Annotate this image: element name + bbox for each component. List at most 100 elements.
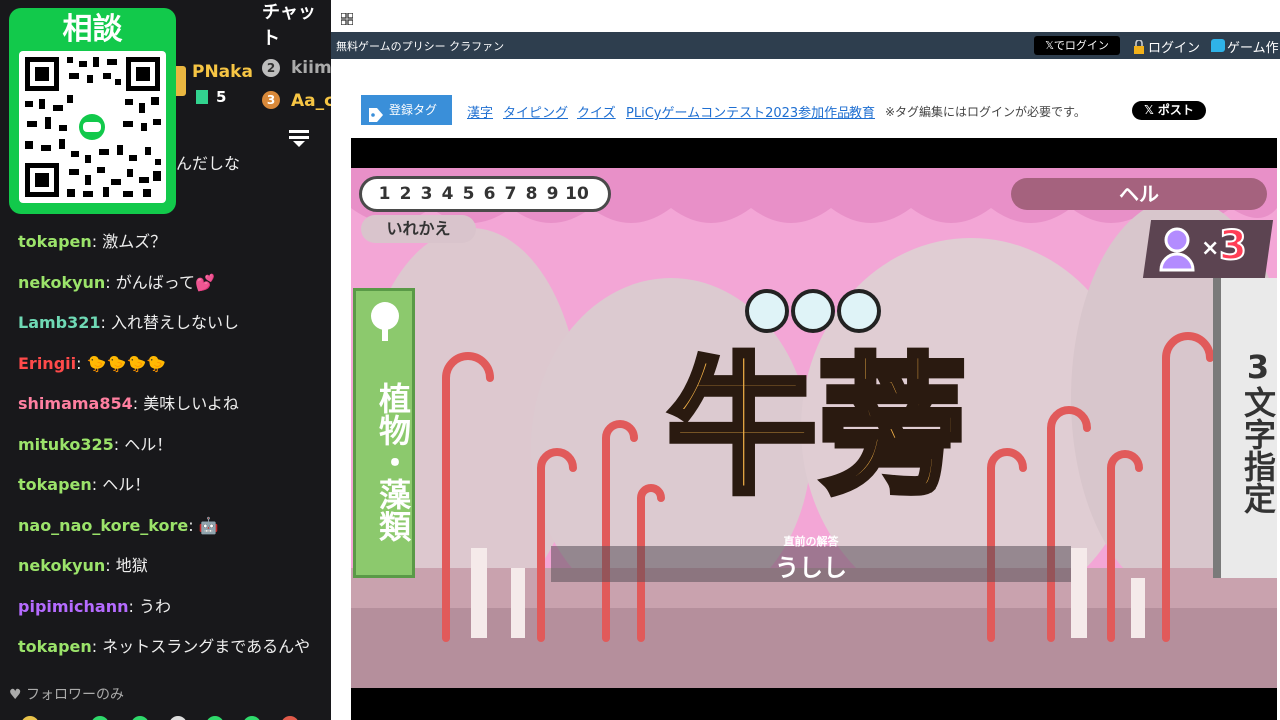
tag-row: 登録タグ 漢字 タイピング クイズ PLiCyゲームコンテスト2023参加作品 … [331, 95, 1280, 125]
speech-bubble-icon [1211, 39, 1225, 52]
constraint-text: 3文字指定 [1239, 348, 1277, 514]
leaderboard-second-name[interactable]: kiima [291, 58, 331, 78]
tag-link-contest[interactable]: PLiCyゲームコンテスト2023参加作品 [626, 102, 850, 121]
follower-only-indicator: ♥ フォロワーのみ [9, 684, 124, 704]
tag-link-quiz[interactable]: クイズ [577, 102, 616, 121]
tag-label-text: 登録タグ [389, 103, 438, 117]
chat-username[interactable]: nekokyun [18, 273, 105, 292]
grid-icon[interactable] [340, 10, 354, 26]
chat-message-text: ヘル！ [119, 435, 173, 454]
emote: 🤖 [193, 516, 219, 535]
chat-username[interactable]: nao_nao_kore_kore [18, 516, 188, 535]
chat-username[interactable]: pipimichann [18, 597, 128, 616]
question-kanji: 牛蒡 [664, 340, 970, 516]
question-number: 7 [504, 184, 517, 204]
question-number: 6 [483, 184, 496, 204]
difficulty-badge: ヘル [1011, 178, 1267, 210]
gift-icon [196, 90, 208, 104]
chat-message-partial: んだしな [176, 154, 241, 173]
chat-message: shimama854: 美味しいよね [18, 394, 239, 413]
chat-message-text: ヘル！ [97, 475, 151, 494]
lock-icon [1133, 39, 1145, 54]
registered-tags-label: 登録タグ [361, 95, 452, 125]
chat-message-text: うわ [133, 597, 171, 616]
question-number: 4 [441, 184, 454, 204]
chat-username[interactable]: tokapen [18, 475, 92, 494]
chat-message-text: がんばって💕 [110, 273, 215, 292]
chat-message-text: 入れ替えしないし [105, 313, 239, 332]
chat-panel: チャット PNaka 5 2 kiima 3 Aa_c んだしな 相談 [0, 0, 331, 720]
site-title[interactable]: 無料ゲームのプリシー クラファン [336, 38, 504, 54]
question-numbers: 1 2 3 4 5 6 7 8 9 10 [374, 184, 591, 204]
tag-edit-note: ※タグ編集にはログインが必要です。 [885, 105, 1086, 119]
rank-2-badge: 2 [262, 59, 280, 77]
chat-message: Lamb321: 入れ替えしないし [18, 313, 239, 332]
chat-message: nekokyun: 地獄 [18, 556, 148, 575]
question-number: 8 [525, 184, 538, 204]
chat-header-title: チャット [262, 2, 316, 49]
login-link[interactable]: ログイン [1148, 37, 1200, 56]
tag-icon [369, 103, 383, 122]
browser-top-strip [331, 0, 1280, 32]
constraint-banner: 3文字指定 [1213, 278, 1277, 578]
tag-link-typing[interactable]: タイピング [503, 102, 568, 121]
chat-username[interactable]: tokapen [18, 637, 92, 656]
question-number-panel: 1 2 3 4 5 6 7 8 9 10 [359, 176, 611, 212]
browser-area: 無料ゲームのプリシー クラファン 𝕏でログイン ログイン ゲーム作 登録タグ 漢… [331, 0, 1280, 720]
x-post-button[interactable]: 𝕏 ポスト [1132, 101, 1206, 120]
chat-username[interactable]: mituko325 [18, 435, 114, 454]
chat-message: Eringii: 🐤🐤🐤🐤 [18, 354, 167, 373]
question-number: 2 [399, 184, 412, 204]
question-number: 3 [420, 184, 433, 204]
chat-username[interactable]: shimama854 [18, 394, 133, 413]
emote-bar[interactable] [0, 708, 331, 720]
chat-username[interactable]: Eringii [18, 354, 76, 373]
swap-button[interactable]: いれかえ [361, 215, 476, 243]
chat-message: tokapen: ネットスラングまであるんや [18, 637, 311, 656]
site-navbar: 無料ゲームのプリシー クラファン 𝕏でログイン ログイン ゲーム作 [331, 32, 1280, 59]
player-icon [1157, 224, 1197, 274]
chat-message-text: ネットスラングまであるんや [97, 637, 311, 656]
chat-username[interactable]: Lamb321 [18, 313, 101, 332]
chat-username[interactable]: tokapen [18, 232, 92, 251]
category-text: 植物・藻類 [374, 381, 412, 542]
chat-username[interactable]: nekokyun [18, 556, 105, 575]
line-qr-card[interactable]: 相談 [9, 8, 176, 214]
answer-slots [743, 288, 883, 334]
previous-answer-text: うしし [775, 554, 847, 582]
emote-group: 🐤🐤🐤🐤 [81, 354, 167, 373]
game-screen[interactable]: 1 2 3 4 5 6 7 8 9 10 いれかえ ヘル × 3 植物・藻類 牛… [351, 168, 1277, 688]
collapse-icon[interactable] [289, 128, 309, 148]
question-number: 5 [462, 184, 475, 204]
lives-multiplier: × [1201, 236, 1220, 261]
follower-only-text: フォロワーのみ [26, 687, 125, 703]
chat-message-text: 激ムズ？ [97, 232, 167, 251]
chat-message: nekokyun: がんばって💕 [18, 273, 215, 292]
chat-message: tokapen: 激ムズ？ [18, 232, 167, 251]
question-number: 9 [546, 184, 559, 204]
game-frame[interactable]: 1 2 3 4 5 6 7 8 9 10 いれかえ ヘル × 3 植物・藻類 牛… [351, 138, 1277, 720]
heart-icon: ♥ [9, 687, 27, 703]
game-create-link[interactable]: ゲーム作 [1227, 37, 1279, 56]
chat-message: tokapen: ヘル！ [18, 475, 151, 494]
leaderboard-first-name[interactable]: PNaka [192, 62, 253, 82]
previous-answer-label: 直前の解答 [783, 535, 839, 548]
tree-icon [368, 301, 402, 341]
chat-message: pipimichann: うわ [18, 597, 171, 616]
tag-link-education[interactable]: 教育 [849, 102, 875, 121]
chat-message-text: 美味しいよね [138, 394, 239, 413]
chat-message: mituko325: ヘル！ [18, 435, 173, 454]
chat-message-text: 地獄 [110, 556, 148, 575]
rank-3-badge: 3 [262, 91, 280, 109]
lives-count: 3 [1218, 222, 1248, 270]
chat-message: nao_nao_kore_kore: 🤖 [18, 516, 219, 535]
x-login-button[interactable]: 𝕏でログイン [1034, 36, 1120, 55]
question-number: 1 [378, 184, 391, 204]
qr-card-title: 相談 [62, 12, 123, 47]
tag-link-kanji[interactable]: 漢字 [467, 102, 493, 121]
leaderboard-first-count: 5 [216, 88, 227, 106]
category-banner: 植物・藻類 [353, 288, 415, 578]
question-number: 10 [565, 184, 589, 204]
qr-code [19, 51, 166, 203]
leaderboard-third-name[interactable]: Aa_c [291, 91, 331, 111]
